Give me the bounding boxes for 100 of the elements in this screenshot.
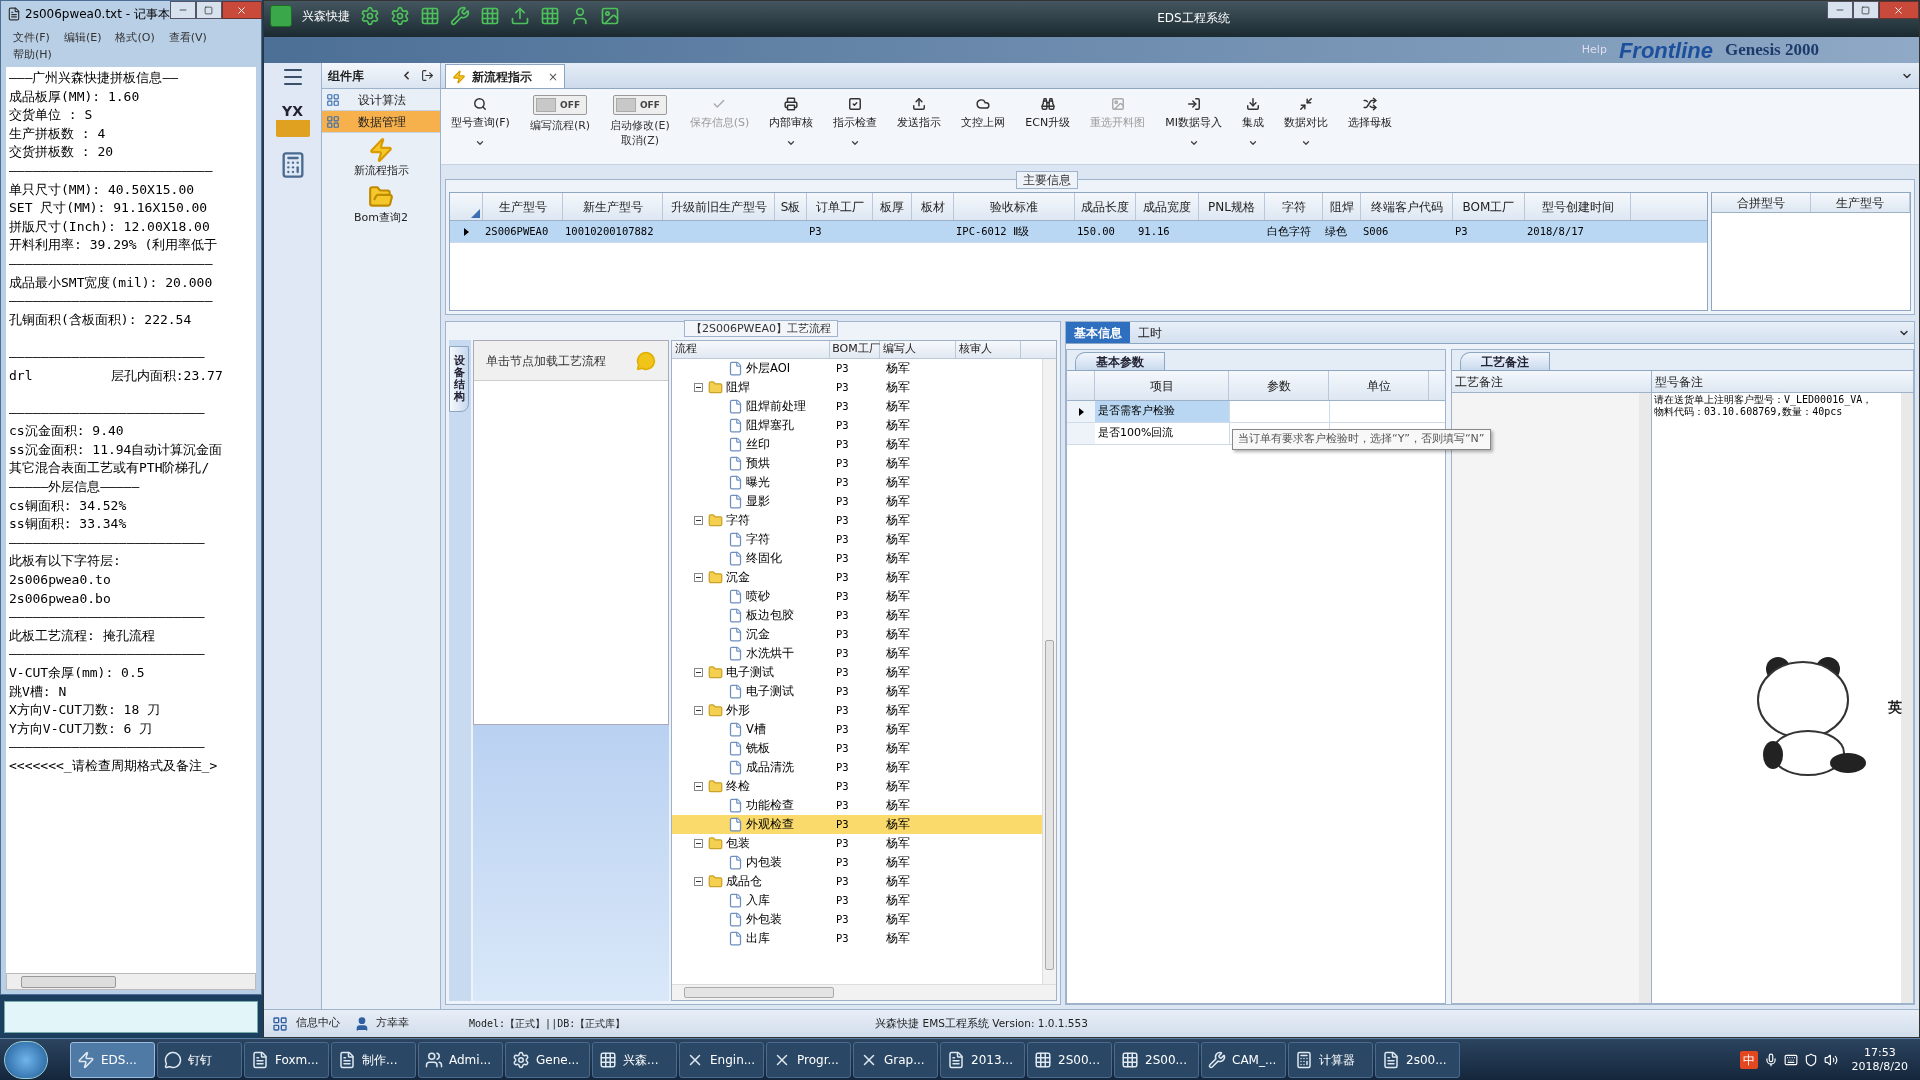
taskbar-button[interactable]: 钉钉 xyxy=(157,1041,242,1078)
tree-row[interactable]: 喷砂 P3 杨军 xyxy=(672,587,1042,606)
column-header[interactable]: 生产型号 xyxy=(483,193,563,220)
collapse-icon[interactable] xyxy=(694,573,703,582)
tree-row[interactable]: 铣板 P3 杨军 xyxy=(672,739,1042,758)
minimize-button[interactable] xyxy=(169,1,196,19)
column-header[interactable]: 合拼型号 xyxy=(1712,193,1811,212)
close-tab-button[interactable]: × xyxy=(548,67,559,86)
grid-icon[interactable] xyxy=(420,6,440,26)
tree-row[interactable]: 电子测试 P3 杨军 xyxy=(672,663,1042,682)
column-header[interactable]: 工艺备注 xyxy=(1452,371,1651,393)
tree-row[interactable]: 内包装 P3 杨军 xyxy=(672,853,1042,872)
column-header[interactable]: 板厚 xyxy=(873,193,912,220)
image-icon[interactable] xyxy=(600,6,620,26)
tree-row[interactable]: 外形 P3 杨军 xyxy=(672,701,1042,720)
column-header[interactable]: 新生产型号 xyxy=(563,193,663,220)
upload-icon[interactable] xyxy=(510,6,530,26)
ime-indicator[interactable]: 中 xyxy=(1739,1050,1758,1069)
toolbar-button[interactable]: OFF 启动修改(E) 取消(Z) xyxy=(610,93,670,148)
toolbar-button[interactable]: OFF 编写流程(R) xyxy=(529,93,591,133)
column-header[interactable]: 型号创建时间 xyxy=(1525,193,1631,220)
tree-row[interactable]: 丝印 P3 杨军 xyxy=(672,435,1042,454)
collapse-icon[interactable] xyxy=(694,668,703,677)
column-header[interactable]: 核审人 xyxy=(956,341,1021,358)
row-header[interactable] xyxy=(1067,401,1095,422)
taskbar-button[interactable]: Gene... xyxy=(505,1041,590,1078)
tree-row[interactable]: 阻焊 P3 杨军 xyxy=(672,378,1042,397)
keyboard-icon[interactable] xyxy=(1783,1052,1798,1067)
scroll-thumb[interactable] xyxy=(1045,640,1054,970)
horizontal-scrollbar[interactable] xyxy=(672,984,1056,1000)
scroll-thumb[interactable] xyxy=(684,987,834,998)
shield-icon[interactable] xyxy=(1803,1052,1818,1067)
toolbar-button[interactable]: 内部审核 xyxy=(769,93,814,148)
column-header[interactable]: 字符 xyxy=(1265,193,1323,220)
tree-row[interactable]: 曝光 P3 杨军 xyxy=(672,473,1042,492)
column-header[interactable]: 编写人 xyxy=(880,341,956,358)
tree-row[interactable]: 终固化 P3 杨军 xyxy=(672,549,1042,568)
column-header[interactable]: 成品宽度 xyxy=(1136,193,1199,220)
wrench-icon[interactable] xyxy=(450,6,470,26)
taskbar-button[interactable]: 计算器 xyxy=(1288,1041,1373,1078)
column-header[interactable]: 终端客户代码 xyxy=(1361,193,1453,220)
tree-row[interactable]: 沉金 P3 杨军 xyxy=(672,625,1042,644)
table-row[interactable]: 是否需客户检验 xyxy=(1095,401,1229,422)
toolbar-button[interactable]: 指示检查 xyxy=(833,93,878,148)
taskbar-button[interactable]: 兴森... xyxy=(592,1041,677,1078)
tree-row[interactable]: 外层AOI P3 杨军 xyxy=(672,359,1042,378)
tree-row[interactable]: V槽 P3 杨军 xyxy=(672,720,1042,739)
maximize-button[interactable] xyxy=(1853,1,1879,19)
column-header[interactable]: 升级前旧生产型号 xyxy=(663,193,775,220)
tree-row[interactable]: 成品清洗 P3 杨军 xyxy=(672,758,1042,777)
vertical-scrollbar[interactable] xyxy=(1042,359,1056,984)
menu-item[interactable]: 格式(O) xyxy=(115,29,169,46)
tree-row[interactable]: 阻焊塞孔 P3 杨军 xyxy=(672,416,1042,435)
user-icon[interactable] xyxy=(570,6,590,26)
taskbar-button[interactable]: CAM_... xyxy=(1201,1041,1286,1078)
tree-row[interactable]: 字符 P3 杨军 xyxy=(672,511,1042,530)
toolbar-button[interactable]: MI数据导入 xyxy=(1165,93,1222,148)
gear-icon[interactable] xyxy=(390,6,410,26)
tree-row[interactable]: 水洗烘干 P3 杨军 xyxy=(672,644,1042,663)
column-header[interactable]: BOM工厂 xyxy=(1453,193,1525,220)
collapse-icon[interactable] xyxy=(694,516,703,525)
gear-icon[interactable] xyxy=(360,6,380,26)
yx-logo[interactable]: YX xyxy=(275,103,310,137)
tree-row[interactable]: 功能检查 P3 杨军 xyxy=(672,796,1042,815)
taskbar-button[interactable]: 制作... xyxy=(331,1041,416,1078)
toolbar-button[interactable]: 集成 xyxy=(1241,93,1264,148)
clock[interactable]: 17:53 2018/8/20 xyxy=(1843,1045,1916,1074)
tree-row[interactable]: 显影 P3 杨军 xyxy=(672,492,1042,511)
column-header[interactable]: BOM工厂 xyxy=(830,341,880,358)
tab[interactable]: 基本信息 xyxy=(1066,322,1130,343)
tree-row[interactable]: 外包装 P3 杨军 xyxy=(672,910,1042,929)
column-header[interactable]: 生产型号 xyxy=(1811,193,1910,212)
side-tab[interactable]: 设备结构 xyxy=(449,346,469,413)
tree-row[interactable]: 沉金 P3 杨军 xyxy=(672,568,1042,587)
column-header[interactable]: 项目 xyxy=(1095,371,1229,400)
tab[interactable]: 工时 xyxy=(1130,322,1170,343)
tree-row[interactable]: 板边包胶 P3 杨军 xyxy=(672,606,1042,625)
collapse-icon[interactable] xyxy=(694,706,703,715)
collapse-icon[interactable] xyxy=(694,877,703,886)
toolbar-button[interactable]: 文控上网 xyxy=(961,93,1006,130)
column-header[interactable]: S板 xyxy=(775,193,807,220)
tree-row[interactable]: 入库 P3 杨军 xyxy=(672,891,1042,910)
status-item[interactable]: 信息中心 xyxy=(296,1015,340,1032)
tree-row[interactable]: 外观检查 P3 杨军 xyxy=(672,815,1042,834)
grid-icon[interactable] xyxy=(540,6,560,26)
taskbar-button[interactable]: Engin... xyxy=(679,1041,764,1078)
tree-row[interactable]: 字符 P3 杨军 xyxy=(672,530,1042,549)
column-header[interactable]: 板材 xyxy=(912,193,954,220)
tool-item[interactable]: 新流程指示 xyxy=(322,137,440,180)
taskbar-button[interactable]: 2013... xyxy=(940,1041,1025,1078)
tree-row[interactable]: 阻焊前处理 P3 杨军 xyxy=(672,397,1042,416)
taskbar-button[interactable]: 2S00... xyxy=(1027,1041,1112,1078)
tree-row[interactable]: 电子测试 P3 杨军 xyxy=(672,682,1042,701)
sub-tab[interactable]: 工艺备注 xyxy=(1460,352,1550,370)
horizontal-scrollbar[interactable] xyxy=(6,973,256,990)
column-header[interactable]: PNL规格 xyxy=(1199,193,1265,220)
start-button[interactable] xyxy=(4,1040,48,1079)
taskbar-button[interactable]: EDS... xyxy=(70,1041,155,1078)
taskbar-button[interactable]: Grap... xyxy=(853,1041,938,1078)
taskbar-button[interactable]: Progr... xyxy=(766,1041,851,1078)
